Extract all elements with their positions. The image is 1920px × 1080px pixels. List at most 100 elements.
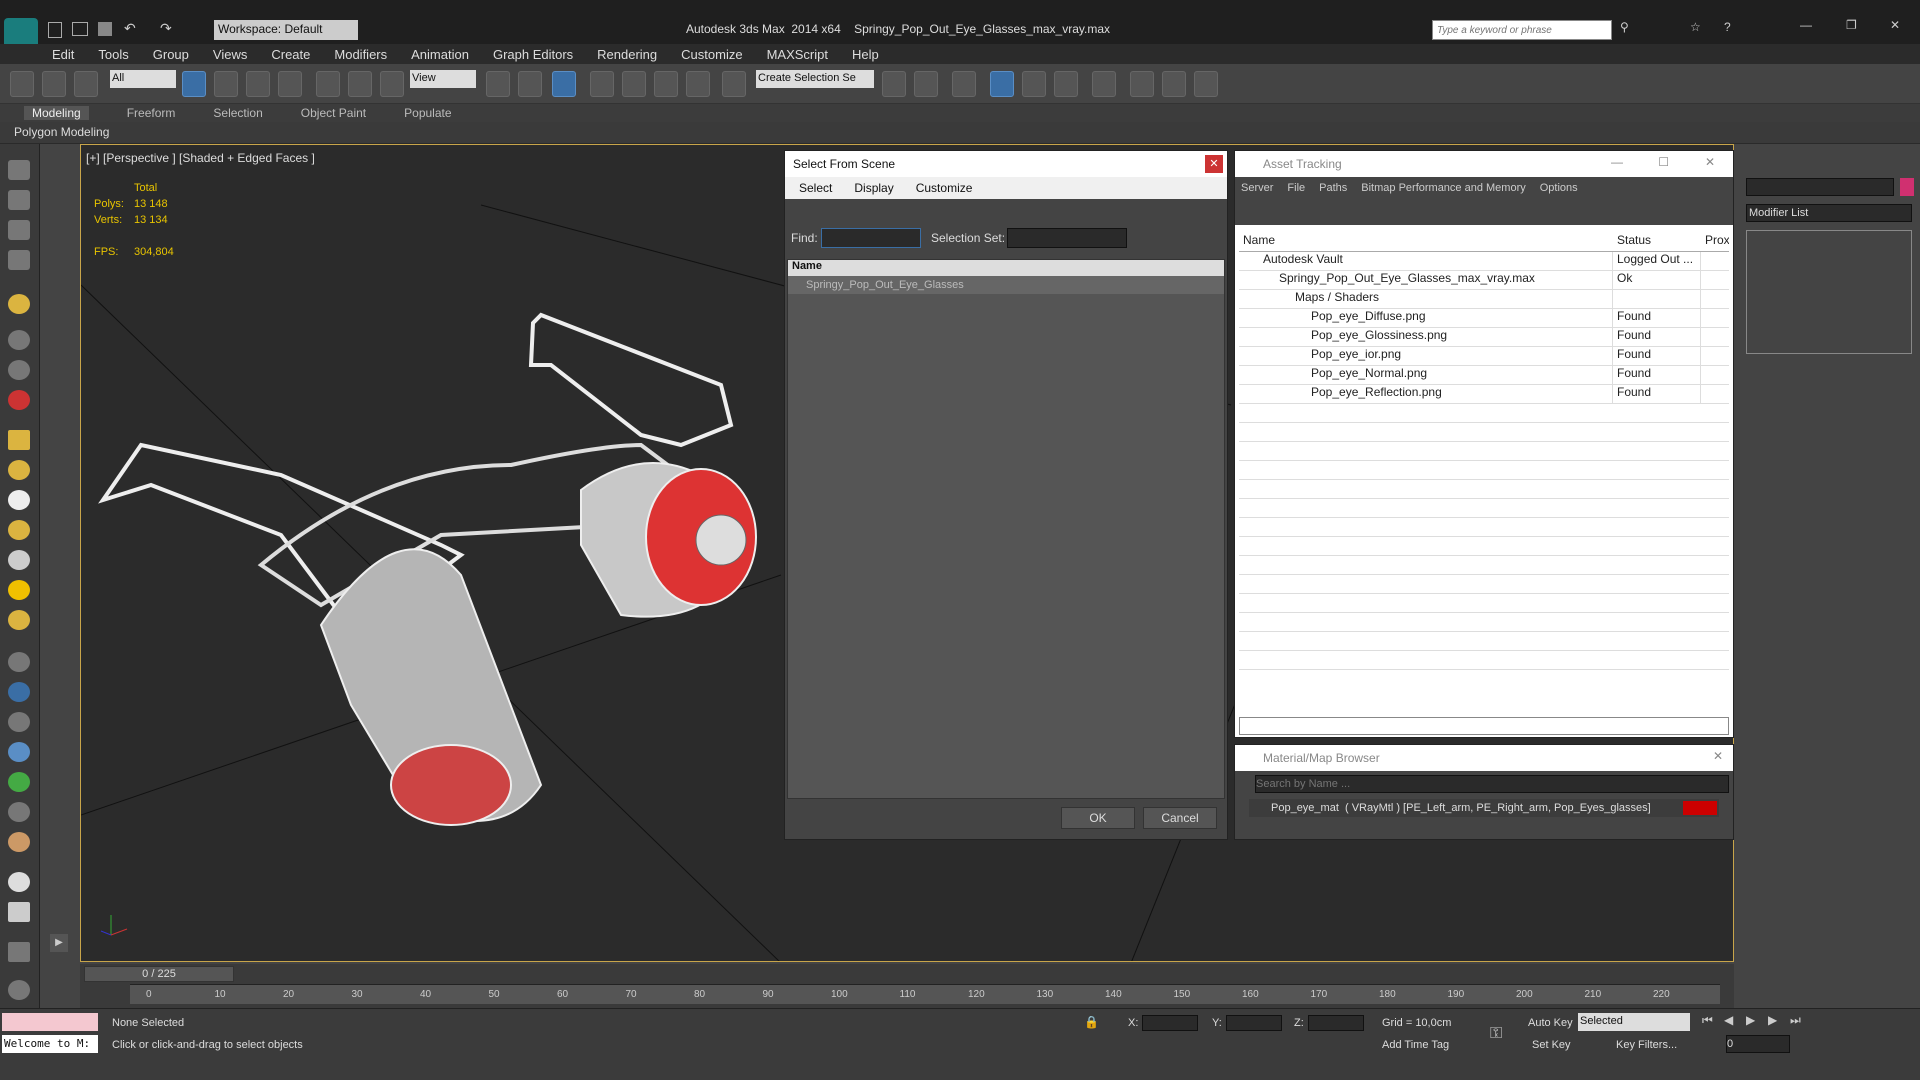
go-to-start-icon[interactable]: ⏮ (1702, 1013, 1713, 1028)
previous-frame-icon[interactable]: ◀ (1724, 1013, 1733, 1027)
polygon-modeling-label[interactable]: Polygon Modeling (14, 125, 109, 139)
menu-item-graph-editors[interactable]: Graph Editors (493, 47, 573, 62)
asset-menu-paths[interactable]: Paths (1319, 182, 1347, 194)
hand-icon[interactable] (8, 832, 30, 852)
ribbon-tab-selection[interactable]: Selection (213, 106, 262, 120)
rectangle-selection-icon[interactable] (246, 71, 270, 97)
reference-coordinate-dropdown[interactable]: View (410, 70, 476, 88)
align-icon[interactable] (914, 71, 938, 97)
dialog-close-icon[interactable]: ✕ (1205, 155, 1223, 173)
trash-icon[interactable] (8, 942, 30, 962)
scene-list-header[interactable]: Name (788, 260, 1224, 276)
cone-icon[interactable] (8, 550, 30, 570)
asset-menu-server[interactable]: Server (1241, 182, 1273, 194)
save-file-icon[interactable] (98, 22, 112, 36)
maxscript-listener[interactable] (2, 1013, 98, 1031)
expand-arrow-icon[interactable]: ▶ (50, 934, 68, 952)
x-coordinate-input[interactable] (1142, 1015, 1198, 1031)
menu-item-group[interactable]: Group (153, 47, 189, 62)
manipulate-icon[interactable] (518, 71, 542, 97)
binoculars-icon[interactable]: ⚲ (1620, 20, 1629, 34)
box-icon[interactable] (8, 430, 30, 450)
sun-icon[interactable] (8, 580, 30, 600)
asset-row[interactable]: Springy_Pop_Out_Eye_Glasses_max_vray.max… (1239, 271, 1729, 290)
hair-icon[interactable] (8, 802, 30, 822)
key-filters-button[interactable]: Key Filters... (1616, 1039, 1677, 1051)
select-object-icon[interactable] (182, 71, 206, 97)
lock-icon[interactable]: 🔒 (1084, 1015, 1099, 1029)
select-scene-menu-select[interactable]: Select (799, 181, 832, 195)
ribbon-tab-object-paint[interactable]: Object Paint (301, 106, 366, 120)
asset-row[interactable]: Maps / Shaders (1239, 290, 1729, 309)
asset-menu-options[interactable]: Options (1540, 182, 1578, 194)
close-icon[interactable]: ✕ (1890, 18, 1900, 32)
add-time-tag[interactable]: Add Time Tag (1382, 1039, 1449, 1051)
question-icon[interactable] (8, 980, 30, 1000)
column-name[interactable]: Name (1239, 233, 1613, 251)
render-setup-icon[interactable] (1130, 71, 1154, 97)
asset-row[interactable]: Autodesk Vault Logged Out ... (1239, 252, 1729, 271)
asset-tracking-minimize-icon[interactable]: — (1611, 155, 1623, 169)
hemisphere-icon[interactable] (8, 460, 30, 480)
edit-named-selection-icon[interactable] (722, 71, 746, 97)
minimize-icon[interactable]: — (1800, 18, 1812, 32)
move-icon[interactable] (316, 71, 340, 97)
asset-path-field[interactable] (1239, 717, 1729, 735)
mesh-icon[interactable] (8, 712, 30, 732)
material-search-input[interactable] (1255, 775, 1729, 793)
asset-row[interactable]: Pop_eye_Diffuse.png Found (1239, 309, 1729, 328)
material-item[interactable]: Pop_eye_mat ( VRayMtl ) [PE_Left_arm, PE… (1249, 799, 1719, 817)
bind-space-warp-icon[interactable] (74, 71, 98, 97)
dynamics-icon[interactable] (8, 682, 30, 702)
find-input[interactable] (821, 228, 921, 248)
object-name-input[interactable] (1746, 178, 1894, 196)
menu-item-tools[interactable]: Tools (98, 47, 128, 62)
menu-item-rendering[interactable]: Rendering (597, 47, 657, 62)
unlink-icon[interactable] (42, 71, 66, 97)
named-selection-set-dropdown[interactable]: Create Selection Se (756, 70, 874, 88)
sphere-icon[interactable] (8, 490, 30, 510)
frame-icon[interactable] (8, 250, 30, 270)
link-icon[interactable] (10, 71, 34, 97)
menu-item-customize[interactable]: Customize (681, 47, 742, 62)
infocenter-search-input[interactable] (1432, 20, 1612, 40)
scale-icon[interactable] (380, 71, 404, 97)
menu-item-create[interactable]: Create (271, 47, 310, 62)
track-bar[interactable]: 0 10 20 30 40 50 60 70 80 90 100 110 120 130 140 150 160… (130, 984, 1720, 1004)
viewport-label[interactable]: [+] [Perspective ] [Shaded + Edged Faces… (86, 151, 315, 165)
asset-row[interactable]: Pop_eye_ior.png Found (1239, 347, 1729, 366)
light-bulb-icon[interactable] (8, 294, 30, 314)
select-scene-menu-customize[interactable]: Customize (916, 181, 973, 195)
asset-row[interactable]: Pop_eye_Normal.png Found (1239, 366, 1729, 385)
render-production-icon[interactable] (1194, 71, 1218, 97)
ribbon-tab-modeling[interactable]: Modeling (24, 106, 89, 120)
shell-icon[interactable] (8, 872, 30, 892)
restore-icon[interactable]: ❐ (1846, 18, 1857, 32)
modifier-stack[interactable] (1746, 230, 1912, 354)
torus-icon[interactable] (8, 610, 30, 630)
scene-list-item[interactable]: Springy_Pop_Out_Eye_Glasses (788, 276, 1224, 294)
object-color-swatch[interactable] (1900, 178, 1914, 196)
key-icon[interactable]: ⚿ (1490, 1025, 1502, 1043)
menu-item-edit[interactable]: Edit (52, 47, 74, 62)
curve-editor-icon[interactable] (1022, 71, 1046, 97)
key-mode-dropdown[interactable]: Selected (1578, 1013, 1690, 1031)
asset-menu-bitmap-performance-and-memory[interactable]: Bitmap Performance and Memory (1361, 182, 1525, 194)
new-file-icon[interactable] (48, 22, 62, 38)
play-icon[interactable]: ▶ (1746, 1013, 1755, 1027)
scene-explorer-icon[interactable] (952, 71, 976, 97)
z-coordinate-input[interactable] (1308, 1015, 1364, 1031)
welcome-field[interactable]: Welcome to M: (2, 1035, 98, 1053)
material-editor-icon[interactable] (1092, 71, 1116, 97)
mirror-icon[interactable] (882, 71, 906, 97)
cancel-button[interactable]: Cancel (1143, 807, 1217, 829)
menu-item-views[interactable]: Views (213, 47, 247, 62)
percent-snap-icon[interactable] (654, 71, 678, 97)
spinner-snap-icon[interactable] (686, 71, 710, 97)
select-scene-menu-display[interactable]: Display (854, 181, 893, 195)
sheet-icon[interactable] (8, 220, 30, 240)
workspace-dropdown[interactable]: Workspace: Default (214, 20, 358, 40)
material-browser-close-icon[interactable]: ✕ (1713, 749, 1723, 763)
current-frame-input[interactable] (1726, 1035, 1790, 1053)
selection-set-dropdown[interactable] (1007, 228, 1127, 248)
